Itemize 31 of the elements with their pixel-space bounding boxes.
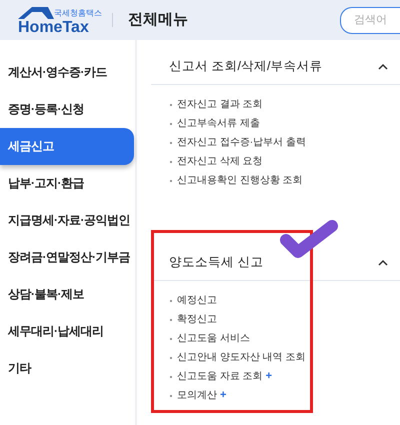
- sidebar-item[interactable]: 납부·고지·환급: [0, 165, 134, 202]
- menu-link[interactable]: 전자신고 결과 조회: [177, 95, 263, 114]
- sidebar-item[interactable]: 세금신고: [0, 128, 134, 165]
- menu-link[interactable]: 전자신고 삭제 요청: [177, 152, 263, 171]
- menu-link[interactable]: 신고도움 서비스: [177, 329, 250, 348]
- expand-plus[interactable]: +: [220, 386, 226, 405]
- section-title: 신고서 조회/삭제/부속서류: [169, 58, 322, 75]
- menu-link[interactable]: 신고부속서류 제출: [177, 114, 260, 133]
- logo-subtitle: 국세청홈택스: [54, 10, 102, 18]
- expand-plus[interactable]: +: [266, 367, 272, 386]
- sidebar-item[interactable]: 장려금·연말정산·기부금: [0, 239, 134, 276]
- page-title: 전체메뉴: [128, 10, 188, 30]
- menu-link[interactable]: 전자신고 접수증·납부서 출력: [177, 133, 306, 152]
- search-field[interactable]: 검색어: [340, 6, 400, 34]
- sidebar-item[interactable]: 계산서·영수증·카드: [0, 54, 134, 91]
- sidebar-item[interactable]: 기타: [0, 350, 134, 387]
- menu-link[interactable]: 신고안내 양도자산 내역 조회: [177, 348, 306, 367]
- chevron-icon[interactable]: [378, 62, 388, 70]
- sidebar-item[interactable]: 지급명세·자료·공익법인: [0, 202, 134, 239]
- menu-link[interactable]: 모의계산: [177, 386, 217, 405]
- chevron-icon[interactable]: [378, 258, 388, 266]
- section-title: 양도소득세 신고: [169, 254, 264, 271]
- sidebar-item[interactable]: 증명·등록·신청: [0, 91, 134, 128]
- menu-link[interactable]: 예정신고: [177, 291, 217, 310]
- menu-link[interactable]: 신고내용확인 진행상황 조회: [177, 171, 303, 190]
- menu-link[interactable]: 확정신고: [177, 310, 217, 329]
- house-roof-icon: [18, 6, 54, 20]
- logo-text: HomeTax: [18, 20, 90, 36]
- menu-link[interactable]: 신고도움 자료 조회: [177, 367, 263, 386]
- sidebar-item[interactable]: 세무대리·납세대리: [0, 313, 134, 350]
- sidebar-item[interactable]: 상담·불복·제보: [0, 276, 134, 313]
